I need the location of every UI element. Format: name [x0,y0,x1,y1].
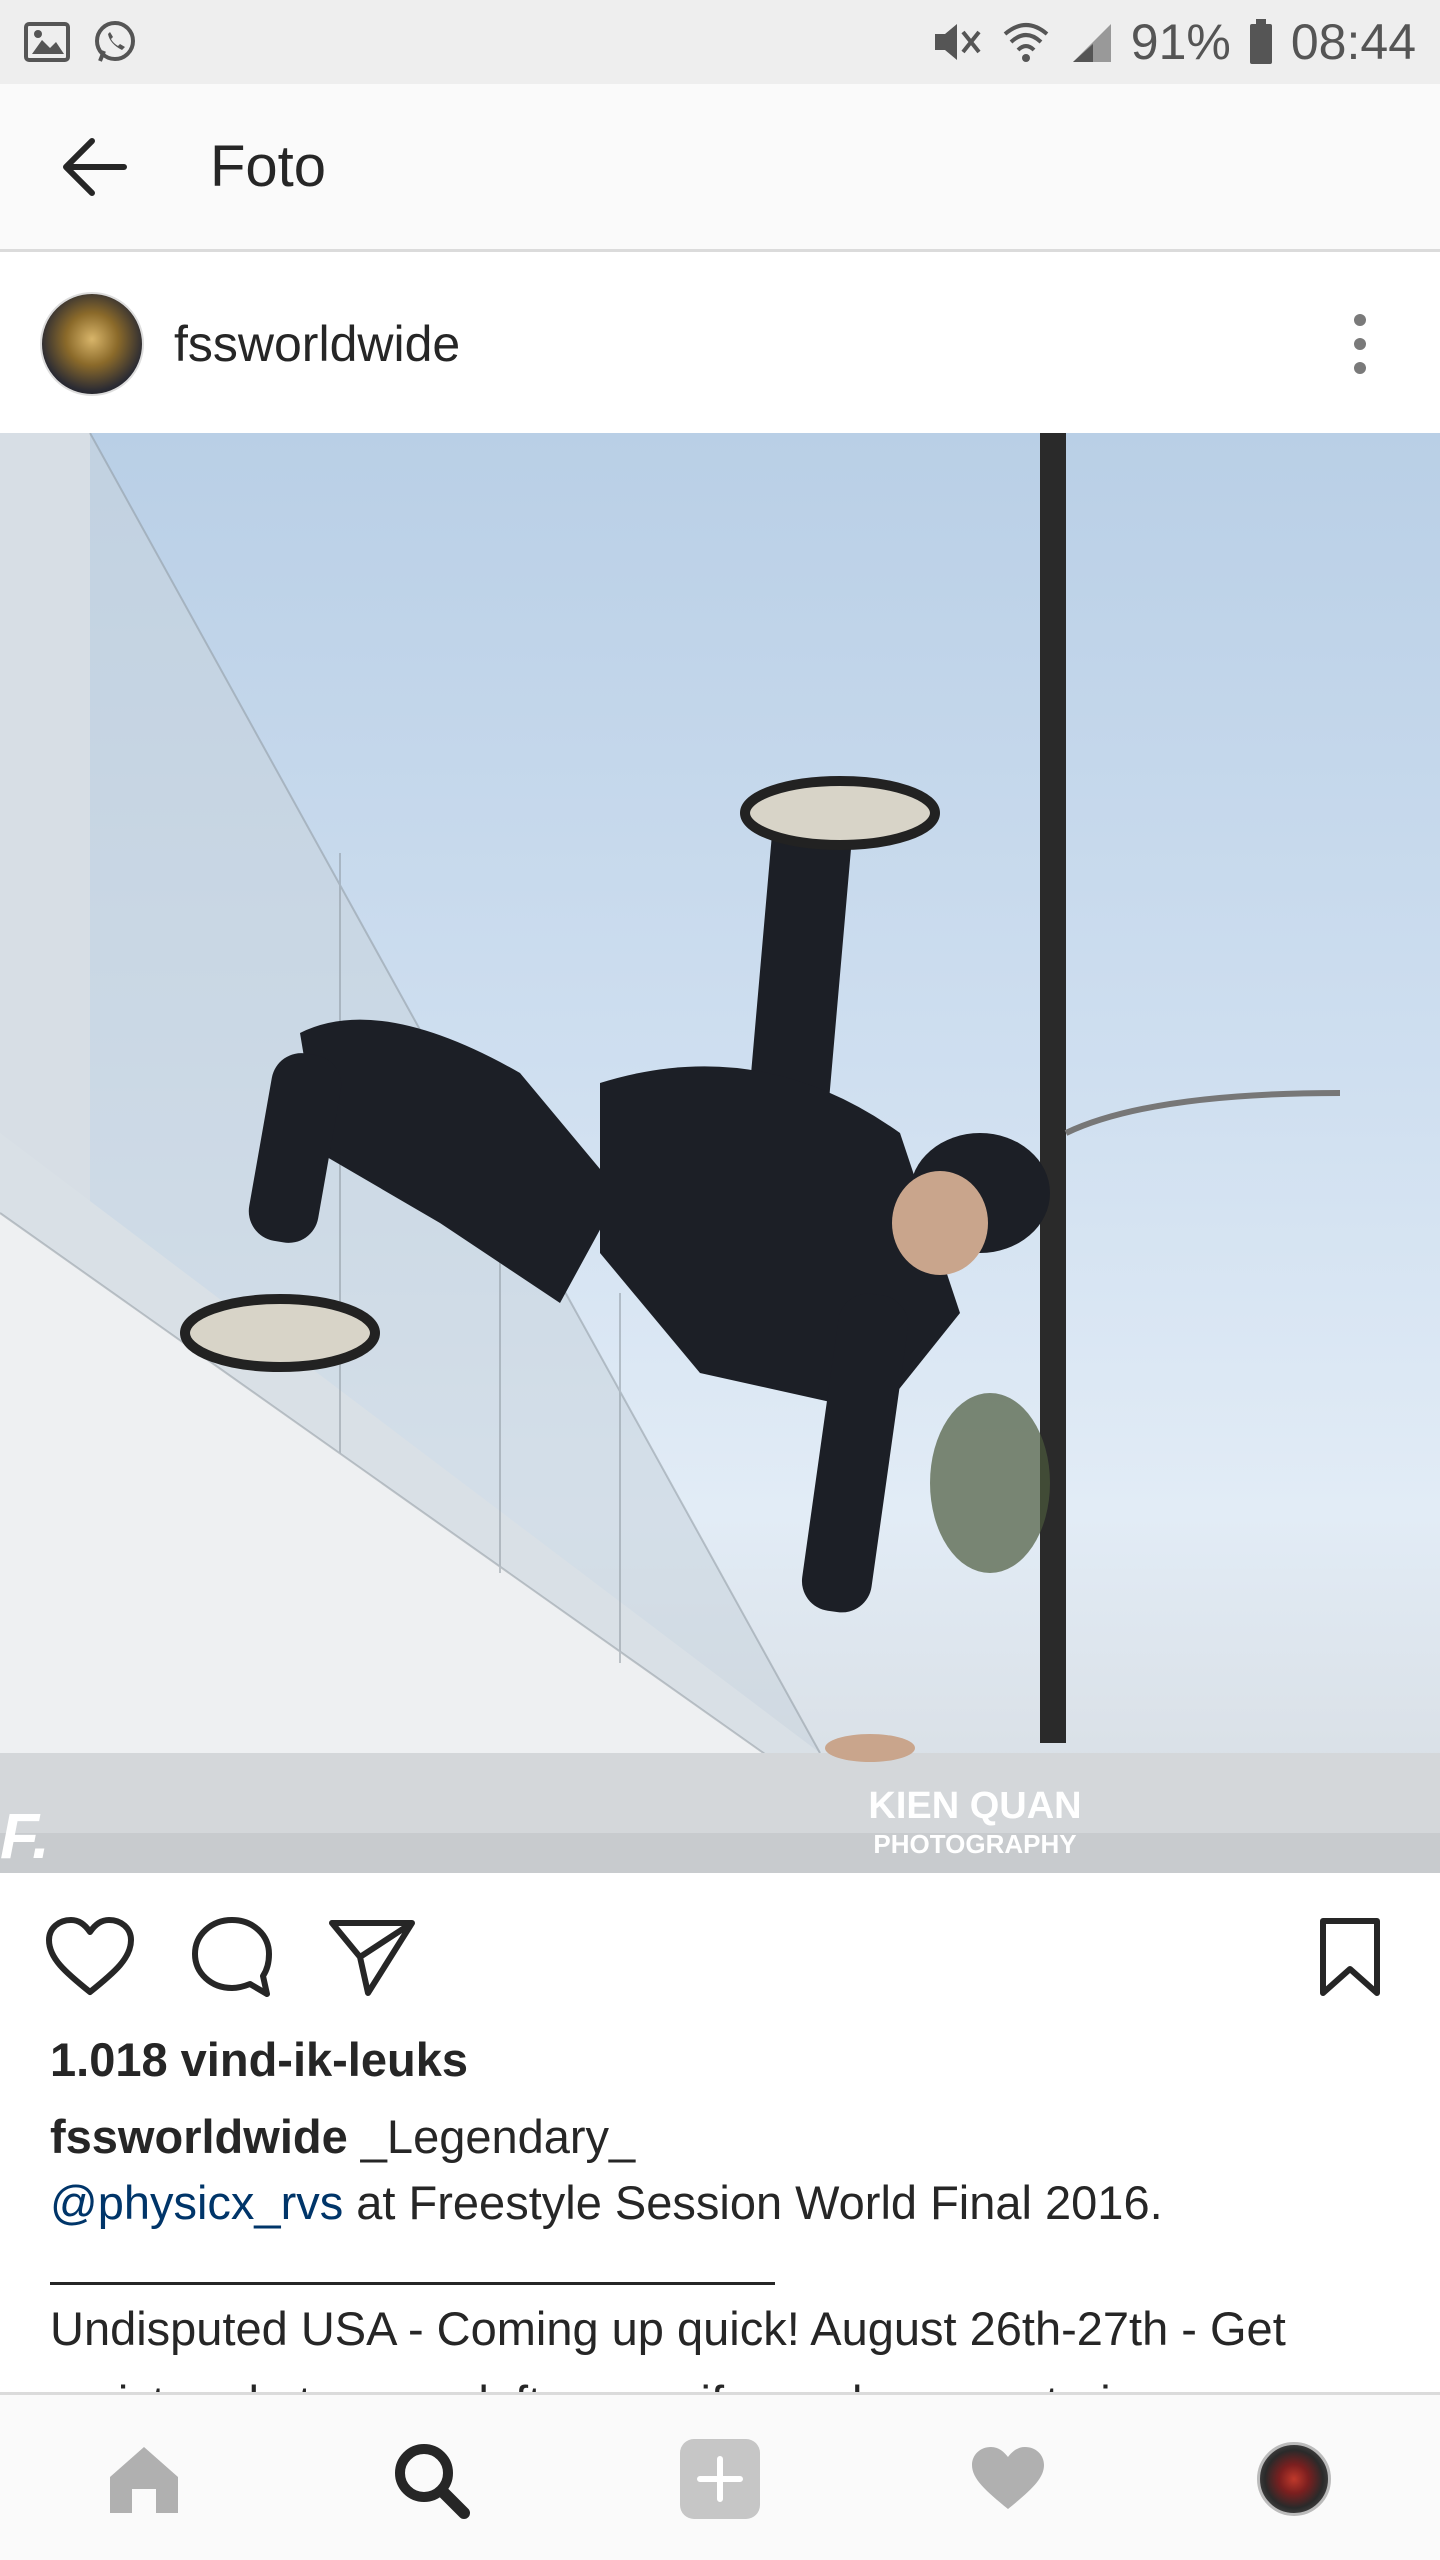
send-icon [329,1920,415,1996]
image-icon [24,22,70,62]
photo-watermark-line1: KIEN QUAN [868,1785,1081,1827]
comment-icon [192,1917,272,1997]
post-header: fssworldwide [0,255,1440,433]
clock: 08:44 [1290,14,1416,70]
caption-username[interactable]: fssworldwide [50,2110,348,2163]
like-button[interactable] [42,1909,138,2005]
bookmark-icon [1320,1918,1380,1996]
battery-icon [1249,19,1273,65]
share-button[interactable] [324,1909,420,2005]
caption-mention[interactable]: @physicx_rvs [50,2176,343,2229]
back-button[interactable] [40,112,150,222]
nav-add[interactable] [670,2429,770,2529]
status-left [24,19,138,65]
post-actions [0,1873,1440,2033]
status-bar: 91% 08:44 [0,0,1440,84]
more-options-button[interactable] [1320,294,1400,394]
nav-search[interactable] [380,2429,480,2529]
caption-more: Undisputed USA - Coming up quick! August… [50,2302,1286,2400]
post-username[interactable]: fssworldwide [174,315,460,373]
caption-text: _Legendary_ [360,2110,636,2163]
add-icon [680,2439,760,2519]
caption-divider [50,2282,775,2285]
caption-line1: fssworldwide _Legendary_ [50,2104,1410,2170]
heart-icon [972,2447,1044,2509]
save-button[interactable] [1302,1909,1398,2005]
bottom-nav [0,2392,1440,2560]
mute-icon [931,20,983,64]
comment-button[interactable] [184,1909,280,2005]
page-title: Foto [210,134,327,199]
arrow-left-icon [63,137,127,196]
more-vertical-icon [1354,314,1366,326]
wifi-icon [1001,20,1051,64]
caption-line2: @physicx_rvs at Freestyle Session World … [50,2170,1410,2236]
photo-corner-mark: F. [0,1800,50,1872]
photo-watermark-line2: PHOTOGRAPHY [873,1829,1076,1859]
heart-outline-icon [46,1917,134,1995]
nav-profile[interactable] [1244,2429,1344,2529]
search-icon [395,2444,470,2519]
battery-percent: 91% [1130,14,1231,70]
whatsapp-icon [92,19,138,65]
avatar[interactable] [40,292,144,396]
signal-icon [1069,20,1113,64]
nav-activity[interactable] [958,2429,1058,2529]
nav-home[interactable] [94,2429,194,2529]
app-bar: Foto [0,84,1440,252]
likes-count[interactable]: 1.018 vind-ik-leuks [50,2032,468,2087]
post-photo[interactable]: KIEN QUAN PHOTOGRAPHY F. [0,433,1440,1873]
status-right: 91% 08:44 [931,13,1416,71]
caption: fssworldwide _Legendary_ @physicx_rvs at… [50,2104,1410,2236]
profile-avatar [1257,2442,1331,2516]
home-icon [110,2447,178,2513]
caption-line2-text: at Freestyle Session World Final 2016. [356,2176,1163,2229]
